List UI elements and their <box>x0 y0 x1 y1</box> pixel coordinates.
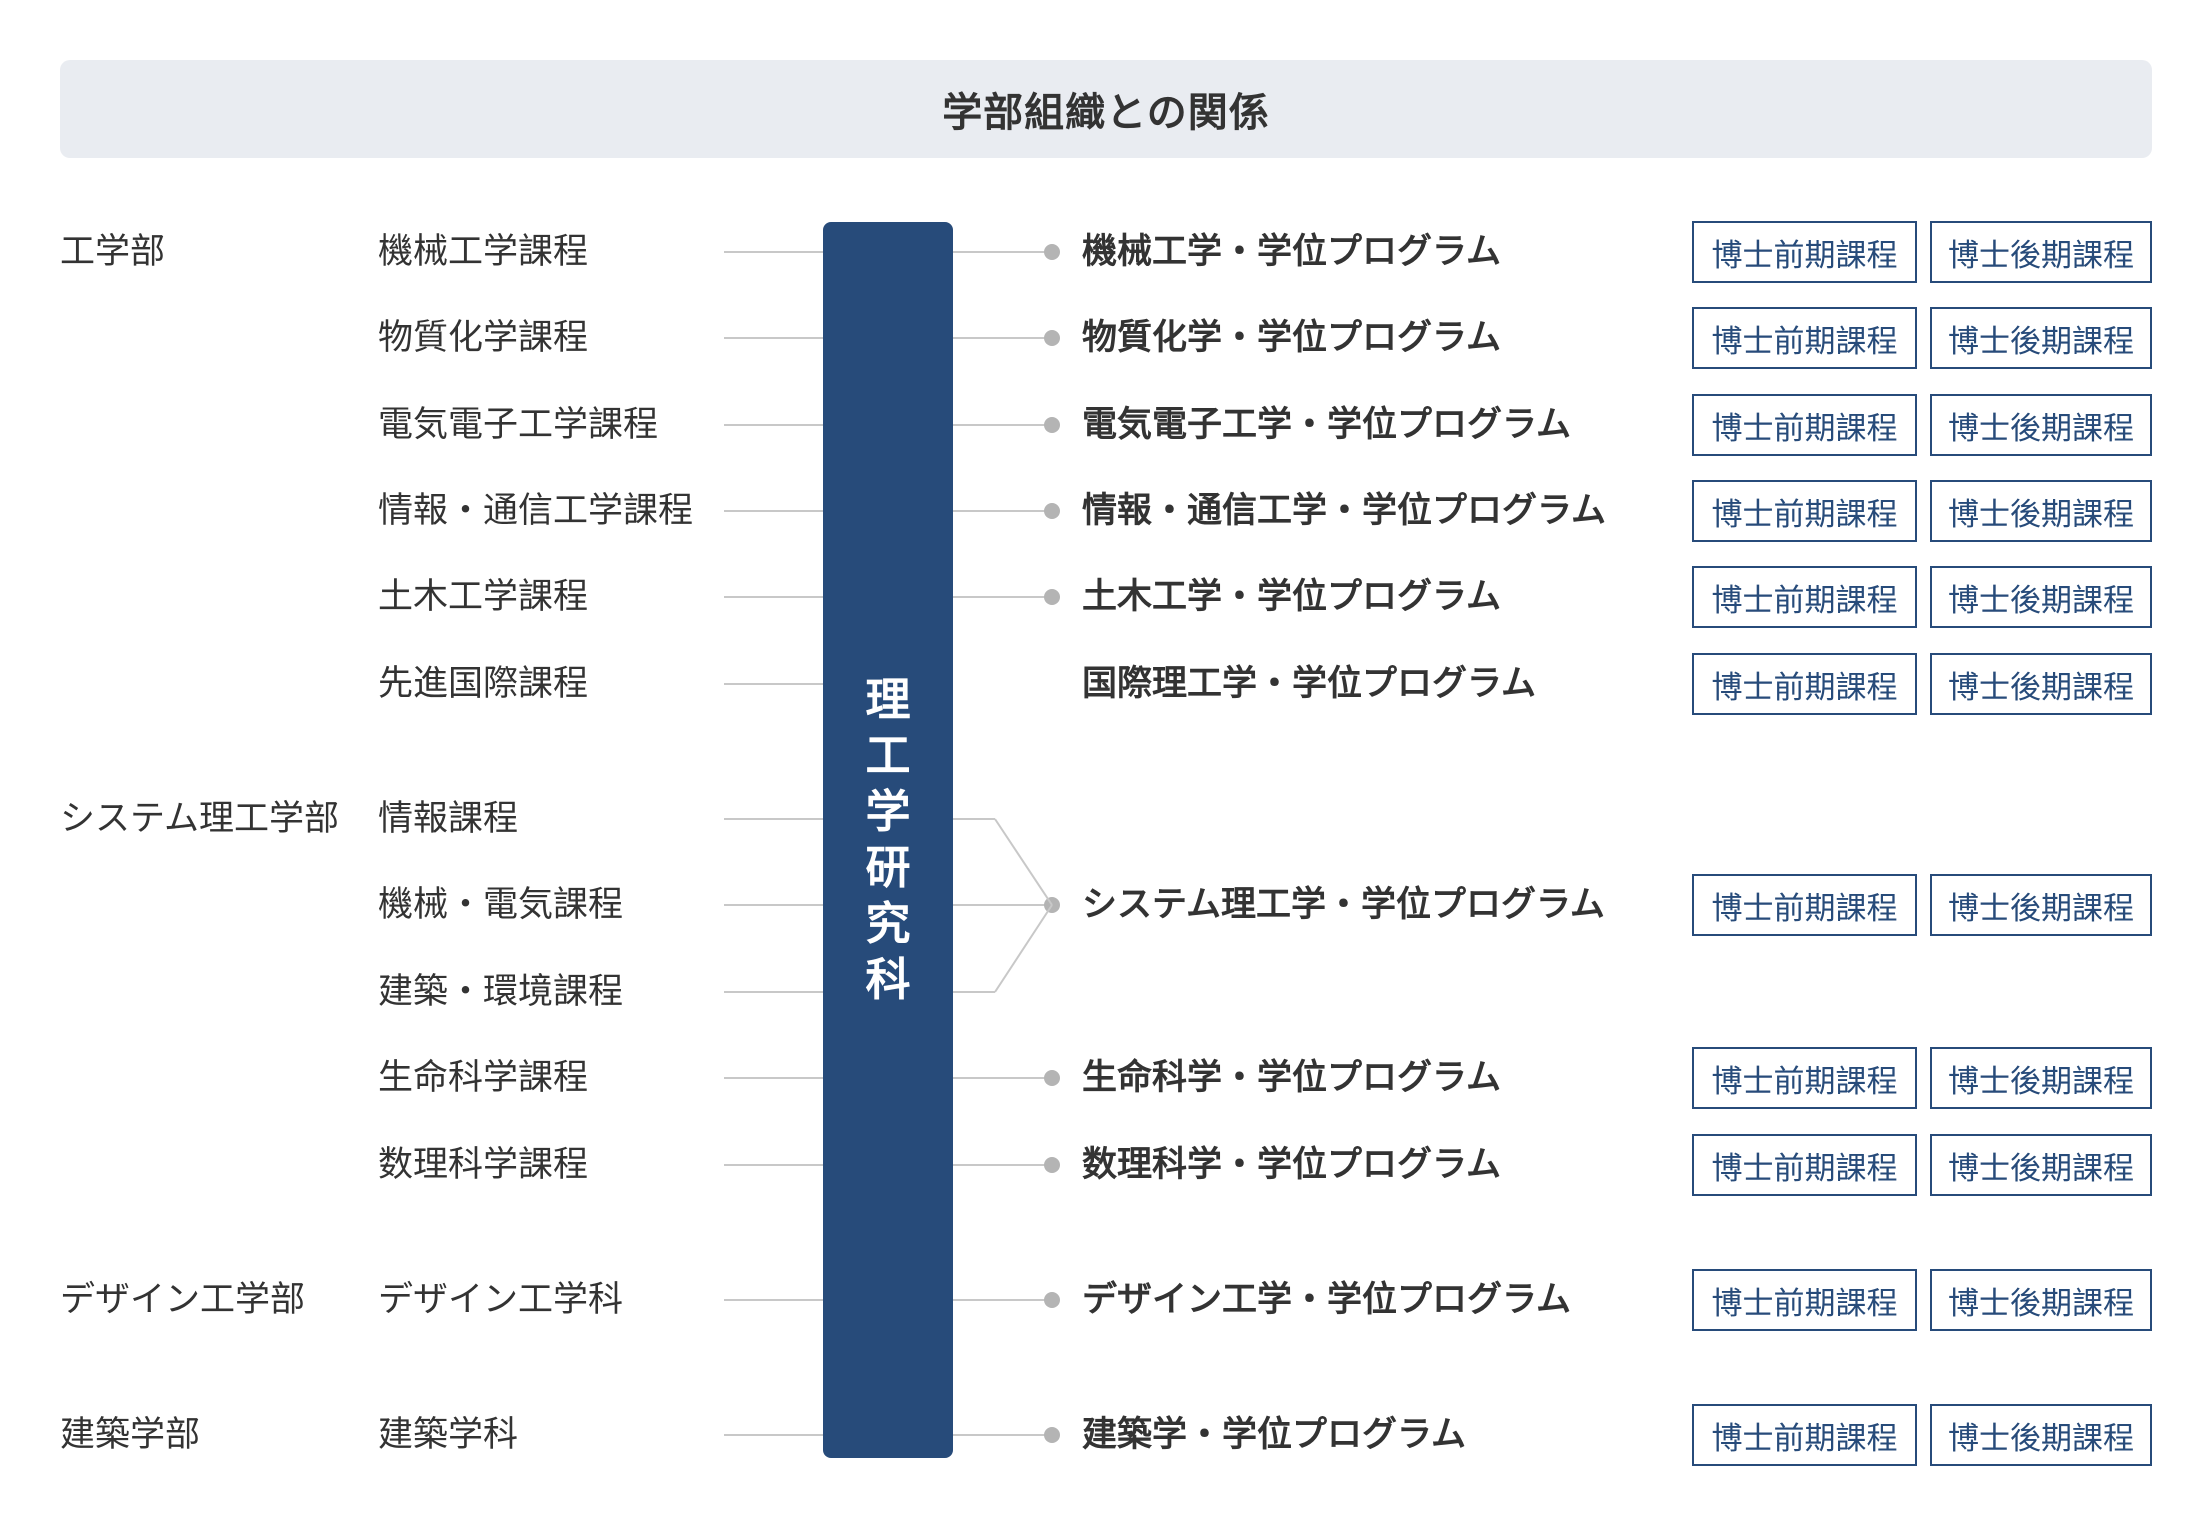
doctoral-first-badge: 博士前期課程 <box>1692 1269 1917 1331</box>
course-label: デザイン工学科 <box>378 1280 624 1320</box>
doctoral-first-badge: 博士前期課程 <box>1692 307 1917 369</box>
course-label: 情報課程 <box>378 799 519 839</box>
faculty-label: 建築学部 <box>60 1415 201 1455</box>
connector-dot <box>1044 589 1060 605</box>
program-label: 情報・通信工学・学位プログラム <box>1082 491 1606 531</box>
doctoral-first-badge: 博士前期課程 <box>1692 653 1917 715</box>
doctoral-second-badge: 博士後期課程 <box>1930 221 2152 283</box>
program-label: システム理工学・学位プログラム <box>1082 885 1605 925</box>
course-label: 機械・電気課程 <box>378 885 624 925</box>
program-label: 国際理工学・学位プログラム <box>1082 664 1536 704</box>
connector-dot <box>1044 417 1060 433</box>
course-label: 先進国際課程 <box>378 664 589 704</box>
program-label: 数理科学・学位プログラム <box>1082 1145 1501 1185</box>
doctoral-first-badge: 博士前期課程 <box>1692 1134 1917 1196</box>
connector-dot <box>1044 330 1060 346</box>
faculty-label: デザイン工学部 <box>60 1280 306 1320</box>
program-label: 機械工学・学位プログラム <box>1082 232 1501 272</box>
doctoral-second-badge: 博士後期課程 <box>1930 653 2152 715</box>
doctoral-first-badge: 博士前期課程 <box>1692 394 1917 456</box>
merge-connector-line <box>994 904 1053 993</box>
connector-dot <box>1044 1292 1060 1308</box>
course-label: 機械工学課程 <box>378 232 589 272</box>
course-label: 数理科学課程 <box>378 1145 589 1185</box>
program-label: 電気電子工学・学位プログラム <box>1082 405 1571 445</box>
course-label: 建築・環境課程 <box>378 972 624 1012</box>
connector-dot <box>1044 1070 1060 1086</box>
program-label: 土木工学・学位プログラム <box>1082 577 1501 617</box>
doctoral-second-badge: 博士後期課程 <box>1930 307 2152 369</box>
graduate-school-label: 理工学研究科 <box>865 673 911 1006</box>
doctoral-second-badge: 博士後期課程 <box>1930 874 2152 936</box>
doctoral-second-badge: 博士後期課程 <box>1930 1269 2152 1331</box>
doctoral-second-badge: 博士後期課程 <box>1930 394 2152 456</box>
merge-connector-line <box>994 818 1053 906</box>
doctoral-first-badge: 博士前期課程 <box>1692 480 1917 542</box>
course-label: 土木工学課程 <box>378 577 589 617</box>
program-label: 生命科学・学位プログラム <box>1082 1058 1501 1098</box>
doctoral-first-badge: 博士前期課程 <box>1692 566 1917 628</box>
connector-dot <box>1044 503 1060 519</box>
graduate-school-bar: 理工学研究科 <box>823 222 953 1458</box>
doctoral-second-badge: 博士後期課程 <box>1930 480 2152 542</box>
course-label: 物質化学課程 <box>378 318 589 358</box>
doctoral-second-badge: 博士後期課程 <box>1930 1404 2152 1466</box>
doctoral-second-badge: 博士後期課程 <box>1930 1047 2152 1109</box>
faculty-label: 工学部 <box>60 232 166 272</box>
program-label: 建築学・学位プログラム <box>1082 1415 1466 1455</box>
doctoral-second-badge: 博士後期課程 <box>1930 566 2152 628</box>
course-label: 情報・通信工学課程 <box>378 491 694 531</box>
doctoral-first-badge: 博士前期課程 <box>1692 1047 1917 1109</box>
doctoral-second-badge: 博士後期課程 <box>1930 1134 2152 1196</box>
course-label: 建築学科 <box>378 1415 519 1455</box>
doctoral-first-badge: 博士前期課程 <box>1692 874 1917 936</box>
program-label: 物質化学・学位プログラム <box>1082 318 1501 358</box>
faculty-label: システム理工学部 <box>60 799 339 839</box>
connector-dot <box>1044 1427 1060 1443</box>
program-label: デザイン工学・学位プログラム <box>1082 1280 1571 1320</box>
doctoral-first-badge: 博士前期課程 <box>1692 1404 1917 1466</box>
connector-dot <box>1044 244 1060 260</box>
connector-dot <box>1044 1157 1060 1173</box>
doctoral-first-badge: 博士前期課程 <box>1692 221 1917 283</box>
course-label: 電気電子工学課程 <box>378 405 659 445</box>
course-label: 生命科学課程 <box>378 1058 589 1098</box>
